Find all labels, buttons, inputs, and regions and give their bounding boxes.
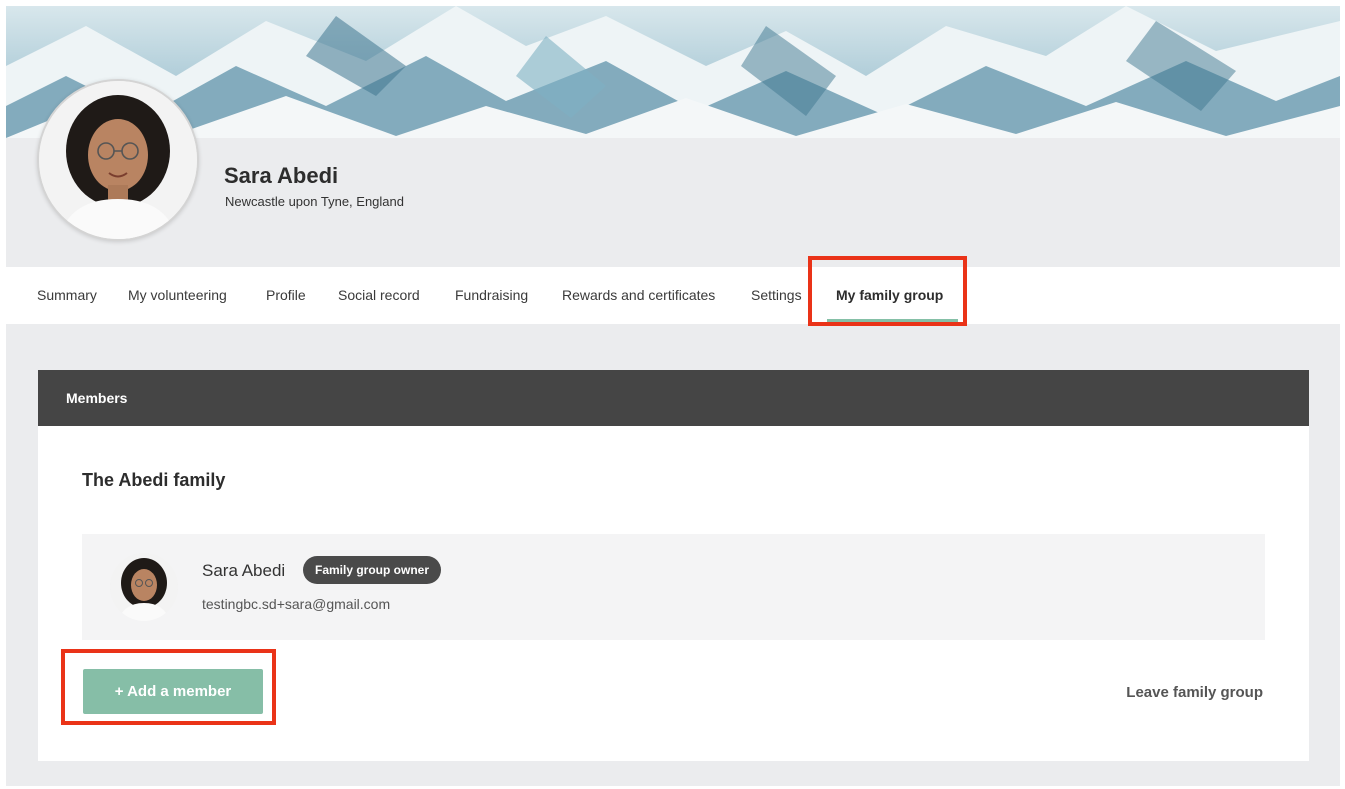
members-card-header: Members xyxy=(38,370,1309,426)
member-avatar xyxy=(110,553,178,621)
highlight-box-family-tab xyxy=(808,256,967,326)
cover-banner xyxy=(6,6,1340,138)
members-card-title: Members xyxy=(66,390,128,406)
profile-tab-bar: Summary My volunteering Profile Social r… xyxy=(6,267,1340,324)
owner-badge: Family group owner xyxy=(303,556,442,584)
leave-family-group-link[interactable]: Leave family group xyxy=(1126,684,1263,701)
tab-social-record[interactable]: Social record xyxy=(338,267,420,324)
tab-fundraising[interactable]: Fundraising xyxy=(455,267,528,324)
family-group-name: The Abedi family xyxy=(82,470,226,490)
profile-name: Sara Abedi xyxy=(224,163,339,188)
member-email: testingbc.sd+sara@gmail.com xyxy=(202,596,391,612)
profile-location: Newcastle upon Tyne, England xyxy=(225,194,404,209)
member-name: Sara Abedi xyxy=(202,561,286,580)
tab-summary[interactable]: Summary xyxy=(37,267,97,324)
highlight-box-add-member xyxy=(61,649,276,725)
profile-avatar xyxy=(37,79,199,241)
tab-settings[interactable]: Settings xyxy=(751,267,802,324)
tab-rewards-and-certificates[interactable]: Rewards and certificates xyxy=(562,267,715,324)
tab-profile[interactable]: Profile xyxy=(266,267,306,324)
tab-my-volunteering[interactable]: My volunteering xyxy=(128,267,227,324)
member-list-item: Sara Abedi Family group owner testingbc.… xyxy=(82,534,1265,640)
